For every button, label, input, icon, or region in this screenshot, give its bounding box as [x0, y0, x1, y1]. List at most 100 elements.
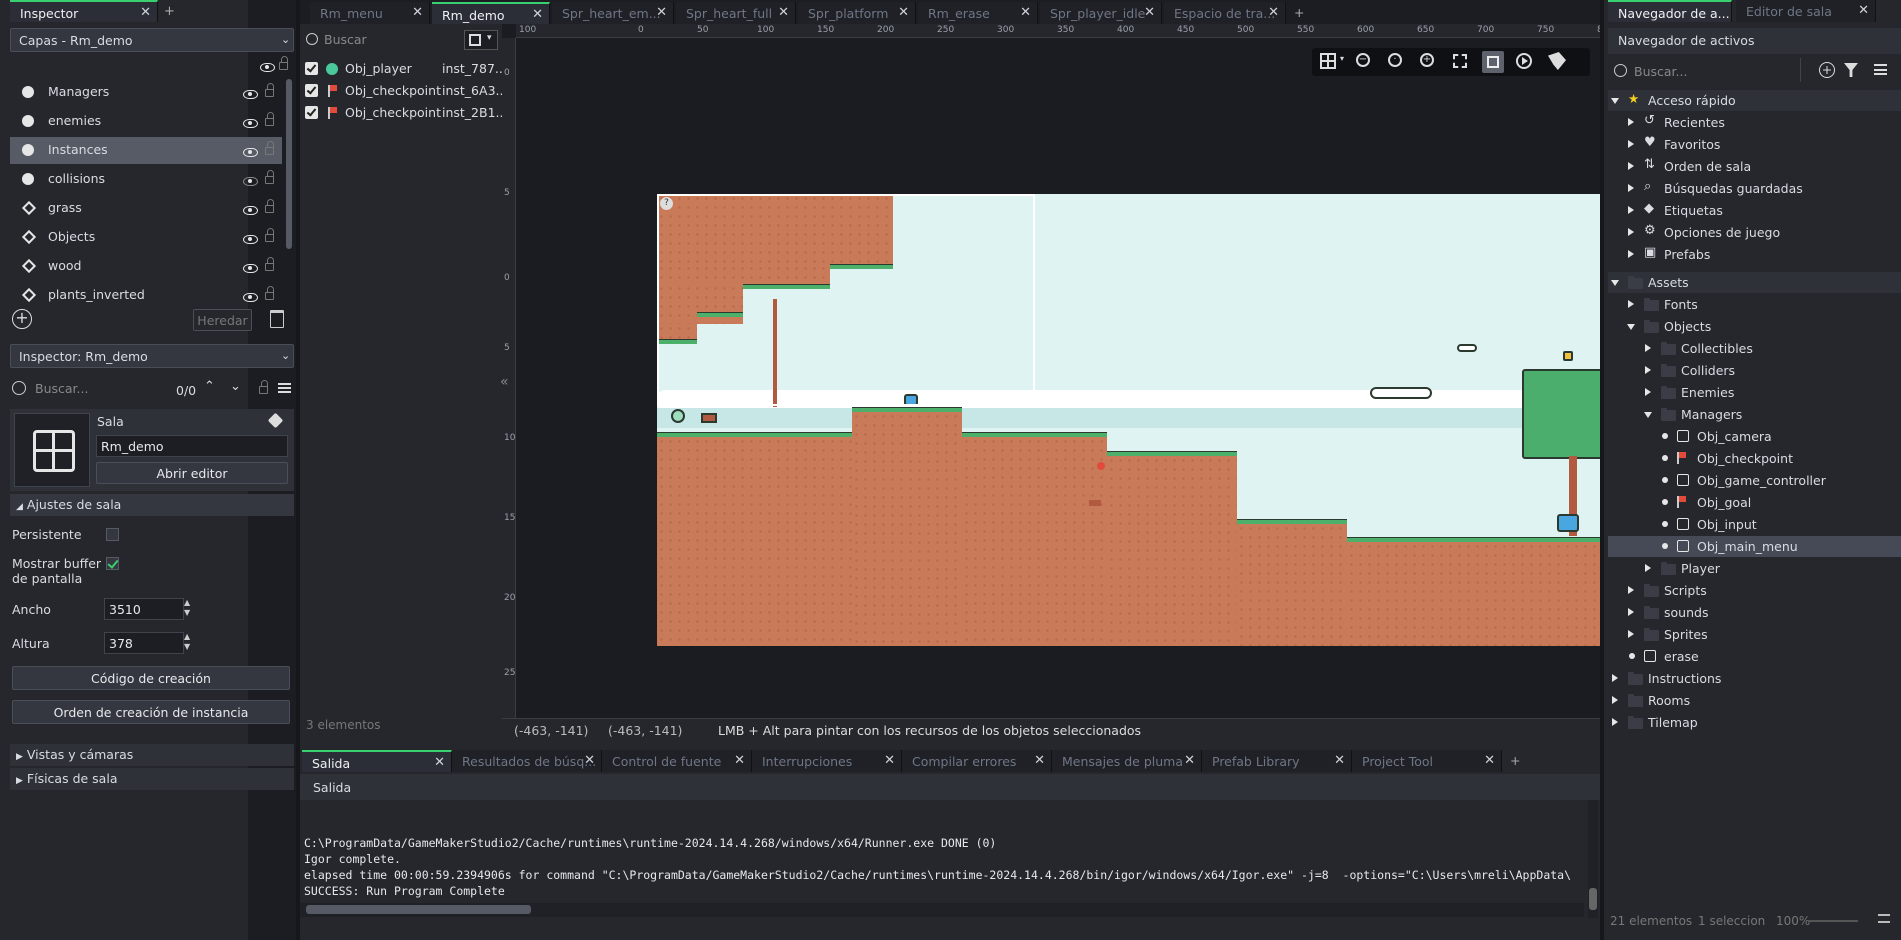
output-tab[interactable]: Salida ✕ [302, 750, 452, 772]
splitter[interactable] [1600, 0, 1604, 940]
play-icon[interactable] [1516, 53, 1532, 69]
close-icon[interactable]: ✕ [1484, 753, 1495, 768]
layer-row[interactable]: plants_inverted [10, 282, 282, 309]
expand-icon[interactable] [1628, 184, 1634, 192]
eye-icon[interactable] [243, 232, 258, 247]
tree-item[interactable]: ⌕ Búsquedas guardadas [1608, 178, 1901, 199]
close-icon[interactable]: ✕ [584, 753, 595, 768]
close-icon[interactable]: ✕ [1034, 753, 1045, 768]
lock-icon[interactable] [259, 380, 268, 397]
output-tab[interactable]: Control de fuente ✕ [602, 750, 752, 772]
close-icon[interactable]: ✕ [1184, 753, 1195, 768]
close-icon[interactable]: ✕ [140, 5, 151, 20]
close-icon[interactable]: ✕ [898, 5, 909, 20]
expand-icon[interactable] [1612, 696, 1618, 704]
tab-asset-browser[interactable]: Navegador de a... [1608, 0, 1732, 22]
eye-icon[interactable] [243, 116, 258, 131]
add-layer-button[interactable]: + [12, 309, 32, 329]
tag-icon[interactable] [267, 412, 284, 429]
layer-row[interactable]: collisions [10, 166, 282, 193]
output-tab[interactable]: Prefab Library ✕ [1202, 750, 1352, 772]
instance-order-button[interactable]: Orden de creación de instancia [12, 700, 290, 724]
close-icon[interactable]: ✕ [656, 5, 667, 20]
chevron-down-icon[interactable]: ⌄ [281, 349, 290, 362]
chevron-down-icon[interactable]: ⌄ [281, 33, 290, 46]
tree-item[interactable]: Obj_checkpoint [1608, 448, 1901, 469]
expand-icon[interactable] [1628, 162, 1634, 170]
eye-icon[interactable] [243, 145, 258, 160]
tree-item[interactable]: Sprites [1608, 624, 1901, 645]
asset-search-input[interactable]: Buscar... [1634, 64, 1687, 79]
tree-item[interactable]: erase [1608, 646, 1901, 667]
close-icon[interactable]: ✕ [778, 5, 789, 20]
tree-item[interactable]: ⚙ Opciones de juego [1608, 222, 1901, 243]
expand-icon[interactable] [1645, 564, 1651, 572]
close-icon[interactable]: ✕ [1334, 753, 1345, 768]
height-stepper[interactable]: ▲ ▼ [184, 632, 190, 652]
expand-icon[interactable] [1645, 388, 1651, 396]
tree-item[interactable]: Enemies [1608, 382, 1901, 403]
erase-icon[interactable] [1548, 52, 1566, 70]
expand-icon[interactable] [1612, 674, 1618, 682]
room-viewport[interactable]: 100 0 50 100 150 200 250 300 350 400 450 500 550 600 6… [500, 24, 1614, 740]
views-section[interactable]: ▶ Vistas y cámaras [10, 744, 294, 766]
expand-icon[interactable] [1628, 118, 1634, 126]
output-log[interactable]: C:\ProgramData/GameMakerStudio2/Cache/ru… [304, 836, 1584, 900]
filter-icon[interactable] [1844, 63, 1858, 77]
physics-section[interactable]: ▶ Físicas de sala [10, 768, 294, 790]
close-icon[interactable]: ✕ [434, 755, 445, 770]
creation-code-button[interactable]: Código de creación [12, 666, 290, 690]
tree-item[interactable]: ▣ Prefabs [1608, 244, 1901, 265]
collapse-panel-icon[interactable]: « [500, 374, 509, 390]
output-hscroll[interactable] [300, 903, 1584, 917]
visibility-checkbox[interactable] [305, 62, 318, 78]
zoom-out-icon[interactable]: − [1356, 53, 1370, 67]
close-icon[interactable]: ✕ [734, 753, 745, 768]
tree-item[interactable]: Obj_main_menu [1608, 536, 1901, 557]
lock-icon[interactable] [265, 199, 274, 216]
add-tab-button[interactable]: + [1294, 5, 1304, 20]
lock-icon[interactable] [265, 112, 274, 129]
layer-row[interactable]: wood [10, 253, 282, 280]
tree-item[interactable]: ◆ Etiquetas [1608, 200, 1901, 221]
inherit-button[interactable]: Heredar [193, 309, 252, 331]
layer-filter-dropdown[interactable]: ▾ [464, 30, 498, 50]
add-tab-button[interactable]: + [164, 4, 175, 19]
tree-item[interactable]: Colliders [1608, 360, 1901, 381]
fit-view-icon[interactable] [1453, 54, 1467, 68]
quick-access-header[interactable]: ★ Acceso rápido [1608, 90, 1901, 111]
close-icon[interactable]: ✕ [532, 7, 543, 22]
expand-icon[interactable] [1628, 228, 1634, 236]
room-settings-header[interactable]: ◢ Ajustes de sala [10, 494, 294, 516]
lock-icon[interactable] [265, 141, 274, 158]
camera-view-rect[interactable] [657, 194, 1035, 406]
instance-row[interactable]: Obj_checkpoint inst_6A3... [300, 80, 507, 102]
tree-item[interactable]: sounds [1608, 602, 1901, 623]
visibility-checkbox[interactable] [305, 84, 318, 100]
eye-icon[interactable] [243, 203, 258, 218]
layer-row[interactable]: enemies [10, 108, 282, 135]
show-buffer-checkbox[interactable] [106, 557, 119, 573]
tree-item[interactable]: Player [1608, 558, 1901, 579]
tree-item[interactable]: Fonts [1608, 294, 1901, 315]
tab-inspector[interactable]: Inspector ✕ [10, 0, 158, 22]
layers-scrollbar[interactable] [286, 79, 292, 249]
tree-item[interactable]: Collectibles [1608, 338, 1901, 359]
expand-icon[interactable] [1645, 344, 1651, 352]
layer-row[interactable]: Objects [10, 224, 282, 251]
editor-tab[interactable]: Rm_menu ✕ [310, 2, 430, 24]
tree-item[interactable]: ⇅ Orden de sala [1608, 156, 1901, 177]
tree-item[interactable]: Tilemap [1608, 712, 1901, 733]
eye-icon[interactable] [260, 60, 275, 75]
expand-icon[interactable] [1628, 250, 1634, 258]
output-tab[interactable]: Project Tool ✕ [1352, 750, 1502, 772]
eye-icon[interactable] [243, 174, 258, 189]
grid-icon[interactable] [1320, 53, 1336, 69]
toggle-camera-icon[interactable] [1482, 51, 1504, 73]
expand-icon[interactable] [1645, 366, 1651, 374]
zoom-slider[interactable] [1808, 920, 1858, 922]
editor-tab[interactable]: Spr_heart_em... ✕ [552, 2, 674, 24]
expand-icon[interactable] [1628, 586, 1634, 594]
tree-item[interactable]: Obj_input [1608, 514, 1901, 535]
collapse-icon[interactable] [1611, 280, 1619, 286]
